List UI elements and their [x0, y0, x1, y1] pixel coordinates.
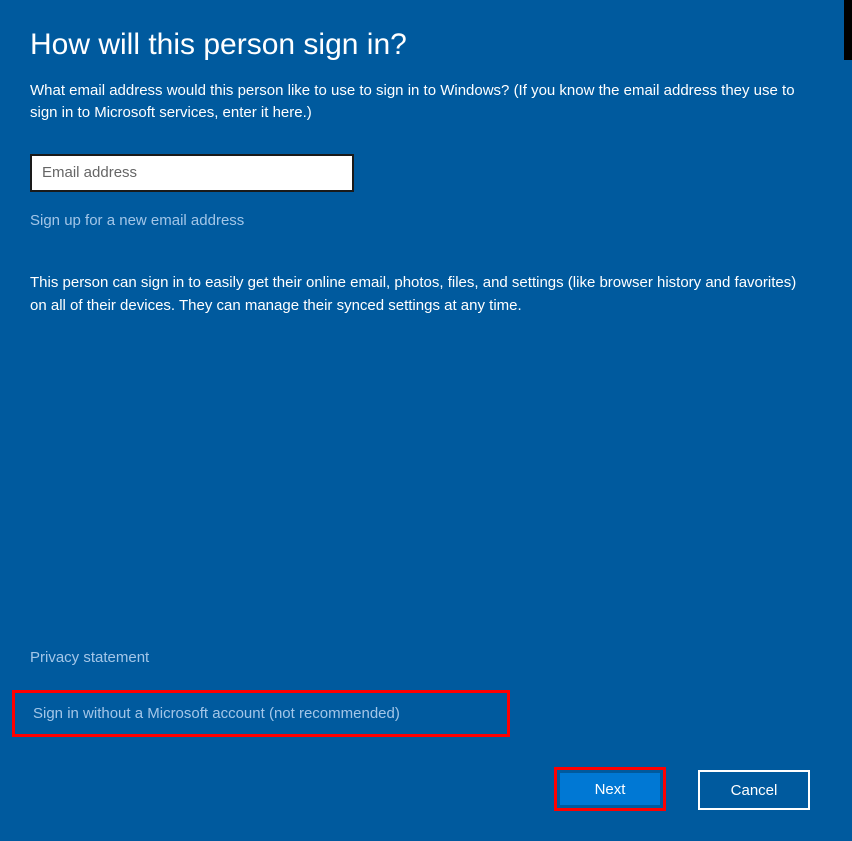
next-button[interactable]: Next: [560, 773, 660, 805]
dialog-description: What email address would this person lik…: [30, 80, 814, 124]
privacy-statement-link[interactable]: Privacy statement: [30, 647, 149, 668]
highlight-box-signin-without: Sign in without a Microsoft account (not…: [12, 690, 510, 737]
signup-new-email-link[interactable]: Sign up for a new email address: [30, 210, 814, 231]
bottom-area: Privacy statement Sign in without a Micr…: [30, 647, 814, 811]
signin-without-microsoft-link[interactable]: Sign in without a Microsoft account (not…: [19, 703, 400, 724]
cancel-button[interactable]: Cancel: [698, 770, 810, 810]
highlight-box-next: Next: [554, 767, 666, 811]
email-input[interactable]: [30, 154, 354, 192]
dialog-title: How will this person sign in?: [30, 28, 814, 62]
button-row: Next Cancel: [30, 767, 814, 811]
scrollbar[interactable]: [844, 0, 852, 60]
sync-info-text: This person can sign in to easily get th…: [30, 271, 814, 318]
signin-dialog: How will this person sign in? What email…: [0, 0, 844, 841]
